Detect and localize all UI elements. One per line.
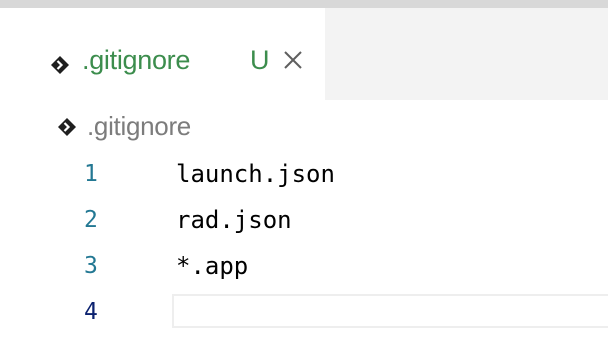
line-number: 3 [84,253,98,279]
tab-bar: .gitignore U [0,0,608,100]
line-number: 2 [84,207,98,233]
untracked-badge: U [250,45,270,75]
line-text[interactable]: launch.json [176,158,335,190]
breadcrumb-item-gitignore[interactable]: .gitignore [87,108,191,144]
line-text[interactable]: *.app [176,250,248,282]
gitignore-file-icon [51,56,69,74]
tab-title: .gitignore [82,45,191,75]
close-icon[interactable] [280,47,306,73]
tab-gitignore[interactable]: .gitignore U [0,8,325,100]
current-line-highlight [172,294,608,328]
current-code-line[interactable]: 4 [0,294,608,334]
code-line[interactable]: 3 *.app [0,248,608,288]
line-number: 4 [84,299,98,325]
code-line[interactable]: 1 launch.json [0,156,608,196]
gitignore-file-icon [58,118,76,136]
tab-bar-top-border [0,0,608,8]
code-editor[interactable]: 1 launch.json 2 rad.json 3 *.app 4 [0,150,608,338]
line-text[interactable]: rad.json [176,204,292,236]
code-line[interactable]: 2 rad.json [0,202,608,242]
line-number: 1 [84,161,98,187]
editor-window: .gitignore U .gitignore 1 launch.json 2 … [0,0,608,338]
